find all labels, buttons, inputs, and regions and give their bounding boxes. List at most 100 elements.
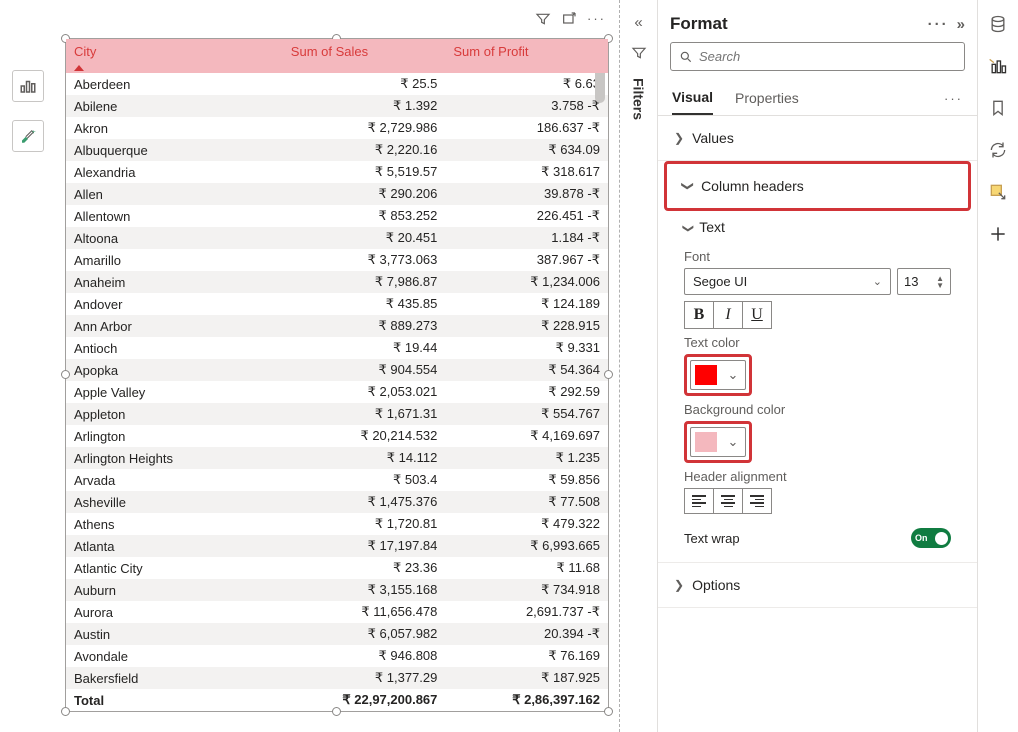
chevron-down-icon	[684, 219, 693, 235]
paintbrush-icon: +	[19, 127, 37, 145]
table-row[interactable]: Abilene₹ 1.3923.758 -₹	[66, 95, 608, 117]
col-header-profit[interactable]: Sum of Profit	[445, 39, 608, 73]
table-row[interactable]: Austin₹ 6,057.98220.394 -₹	[66, 623, 608, 645]
align-left-button[interactable]	[684, 488, 714, 514]
selection-pane-icon[interactable]	[988, 182, 1008, 202]
funnel-icon	[631, 45, 647, 64]
table-row[interactable]: Auburn₹ 3,155.168₹ 734.918	[66, 579, 608, 601]
search-input[interactable]	[699, 49, 956, 64]
report-canvas: ··· City Sum of Sales Sum of Profit Aber…	[55, 0, 620, 732]
expand-filters-icon[interactable]: «	[634, 14, 642, 31]
resize-handle[interactable]	[604, 707, 613, 716]
chart-tool-button[interactable]	[12, 70, 44, 102]
right-tool-rail	[978, 0, 1018, 732]
font-label: Font	[684, 249, 951, 264]
table-row[interactable]: Alexandria₹ 5,519.57₹ 318.617	[66, 161, 608, 183]
table-row[interactable]: Akron₹ 2,729.986186.637 -₹	[66, 117, 608, 139]
table-row[interactable]: Arvada₹ 503.4₹ 59.856	[66, 469, 608, 491]
chevron-down-icon: ⌄	[873, 275, 882, 288]
table-row[interactable]: Appleton₹ 1,671.31₹ 554.767	[66, 403, 608, 425]
italic-button[interactable]: I	[713, 301, 743, 329]
text-color-picker[interactable]: ⌄	[690, 360, 746, 390]
table-row[interactable]: Aberdeen₹ 25.5₹ 6.63	[66, 73, 608, 95]
bold-button[interactable]: B	[684, 301, 714, 329]
table-row[interactable]: Albuquerque₹ 2,220.16₹ 634.09	[66, 139, 608, 161]
chevron-right-icon	[674, 578, 684, 592]
chevron-down-icon: ⌄	[721, 434, 745, 450]
table-row[interactable]: Apopka₹ 904.554₹ 54.364	[66, 359, 608, 381]
chevron-right-icon	[674, 131, 684, 145]
table-row[interactable]: Atlantic City₹ 23.36₹ 11.68	[66, 557, 608, 579]
subsection-text[interactable]: Text	[684, 211, 951, 243]
search-icon	[679, 50, 693, 64]
resize-handle[interactable]	[61, 707, 70, 716]
table-row[interactable]: Antioch₹ 19.44₹ 9.331	[66, 337, 608, 359]
background-color-picker[interactable]: ⌄	[690, 427, 746, 457]
tab-visual[interactable]: Visual	[672, 81, 713, 115]
color-swatch	[695, 365, 717, 385]
collapse-format-icon[interactable]: »	[957, 16, 965, 33]
stepper-icon[interactable]: ▲▼	[936, 275, 944, 289]
focus-mode-icon[interactable]	[561, 11, 577, 30]
table-row[interactable]: Athens₹ 1,720.81₹ 479.322	[66, 513, 608, 535]
filters-pane-collapsed: « Filters	[620, 0, 658, 732]
table-row[interactable]: Allen₹ 290.20639.878 -₹	[66, 183, 608, 205]
alignment-label: Header alignment	[684, 469, 951, 484]
add-icon[interactable]	[988, 224, 1008, 244]
section-options[interactable]: Options	[658, 563, 977, 607]
table-row[interactable]: Anaheim₹ 7,986.87₹ 1,234.006	[66, 271, 608, 293]
resize-handle[interactable]	[604, 370, 613, 379]
align-center-button[interactable]	[713, 488, 743, 514]
svg-text:+: +	[31, 129, 35, 136]
data-pane-icon[interactable]	[988, 14, 1008, 34]
col-header-sales[interactable]: Sum of Sales	[283, 39, 446, 73]
font-family-select[interactable]: Segoe UI ⌄	[684, 268, 891, 295]
table-row[interactable]: Atlanta₹ 17,197.84₹ 6,993.665	[66, 535, 608, 557]
resize-handle[interactable]	[332, 707, 341, 716]
format-brush-icon[interactable]	[988, 56, 1008, 76]
tabs-more-icon[interactable]: ···	[944, 91, 963, 106]
background-color-label: Background color	[684, 402, 951, 417]
filter-icon[interactable]	[535, 11, 551, 30]
chevron-down-icon	[683, 179, 693, 193]
section-values[interactable]: Values	[658, 116, 977, 160]
sort-asc-icon	[74, 65, 84, 71]
table-row[interactable]: Altoona₹ 20.4511.184 -₹	[66, 227, 608, 249]
font-size-input[interactable]: 13 ▲▼	[897, 268, 951, 295]
filters-label: Filters	[631, 78, 647, 120]
text-color-label: Text color	[684, 335, 951, 350]
format-title: Format	[670, 14, 728, 34]
format-pane: Format ··· » Visual Properties ··· Value…	[658, 0, 978, 732]
table-row[interactable]: Amarillo₹ 3,773.063387.967 -₹	[66, 249, 608, 271]
left-tool-strip: +	[0, 0, 55, 732]
col-header-city[interactable]: City	[66, 39, 283, 73]
color-swatch	[695, 432, 717, 452]
table-visual[interactable]: ··· City Sum of Sales Sum of Profit Aber…	[65, 38, 609, 712]
table-row[interactable]: Avondale₹ 946.808₹ 76.169	[66, 645, 608, 667]
sync-pane-icon[interactable]	[988, 140, 1008, 160]
table-row[interactable]: Andover₹ 435.85₹ 124.189	[66, 293, 608, 315]
section-column-headers[interactable]: Column headers	[667, 164, 968, 208]
bar-chart-icon	[19, 77, 37, 95]
text-wrap-toggle[interactable]: On	[911, 528, 951, 548]
table-row[interactable]: Allentown₹ 853.252226.451 -₹	[66, 205, 608, 227]
format-search[interactable]	[670, 42, 965, 71]
table-row[interactable]: Apple Valley₹ 2,053.021₹ 292.59	[66, 381, 608, 403]
table-row[interactable]: Arlington Heights₹ 14.112₹ 1.235	[66, 447, 608, 469]
underline-button[interactable]: U	[742, 301, 772, 329]
table-row[interactable]: Aurora₹ 11,656.4782,691.737 -₹	[66, 601, 608, 623]
align-right-button[interactable]	[742, 488, 772, 514]
table-row[interactable]: Bakersfield₹ 1,377.29₹ 187.925	[66, 667, 608, 689]
data-table: City Sum of Sales Sum of Profit Aberdeen…	[66, 39, 608, 711]
table-row[interactable]: Ann Arbor₹ 889.273₹ 228.915	[66, 315, 608, 337]
table-row[interactable]: Arlington₹ 20,214.532₹ 4,169.697	[66, 425, 608, 447]
bookmark-pane-icon[interactable]	[988, 98, 1008, 118]
chevron-down-icon: ⌄	[721, 367, 745, 383]
resize-handle[interactable]	[61, 370, 70, 379]
more-icon[interactable]: ···	[928, 16, 949, 33]
more-options-icon[interactable]: ···	[587, 11, 606, 30]
tab-properties[interactable]: Properties	[735, 82, 799, 114]
paint-tool-button[interactable]: +	[12, 120, 44, 152]
table-row[interactable]: Asheville₹ 1,475.376₹ 77.508	[66, 491, 608, 513]
text-wrap-label: Text wrap	[684, 531, 740, 546]
